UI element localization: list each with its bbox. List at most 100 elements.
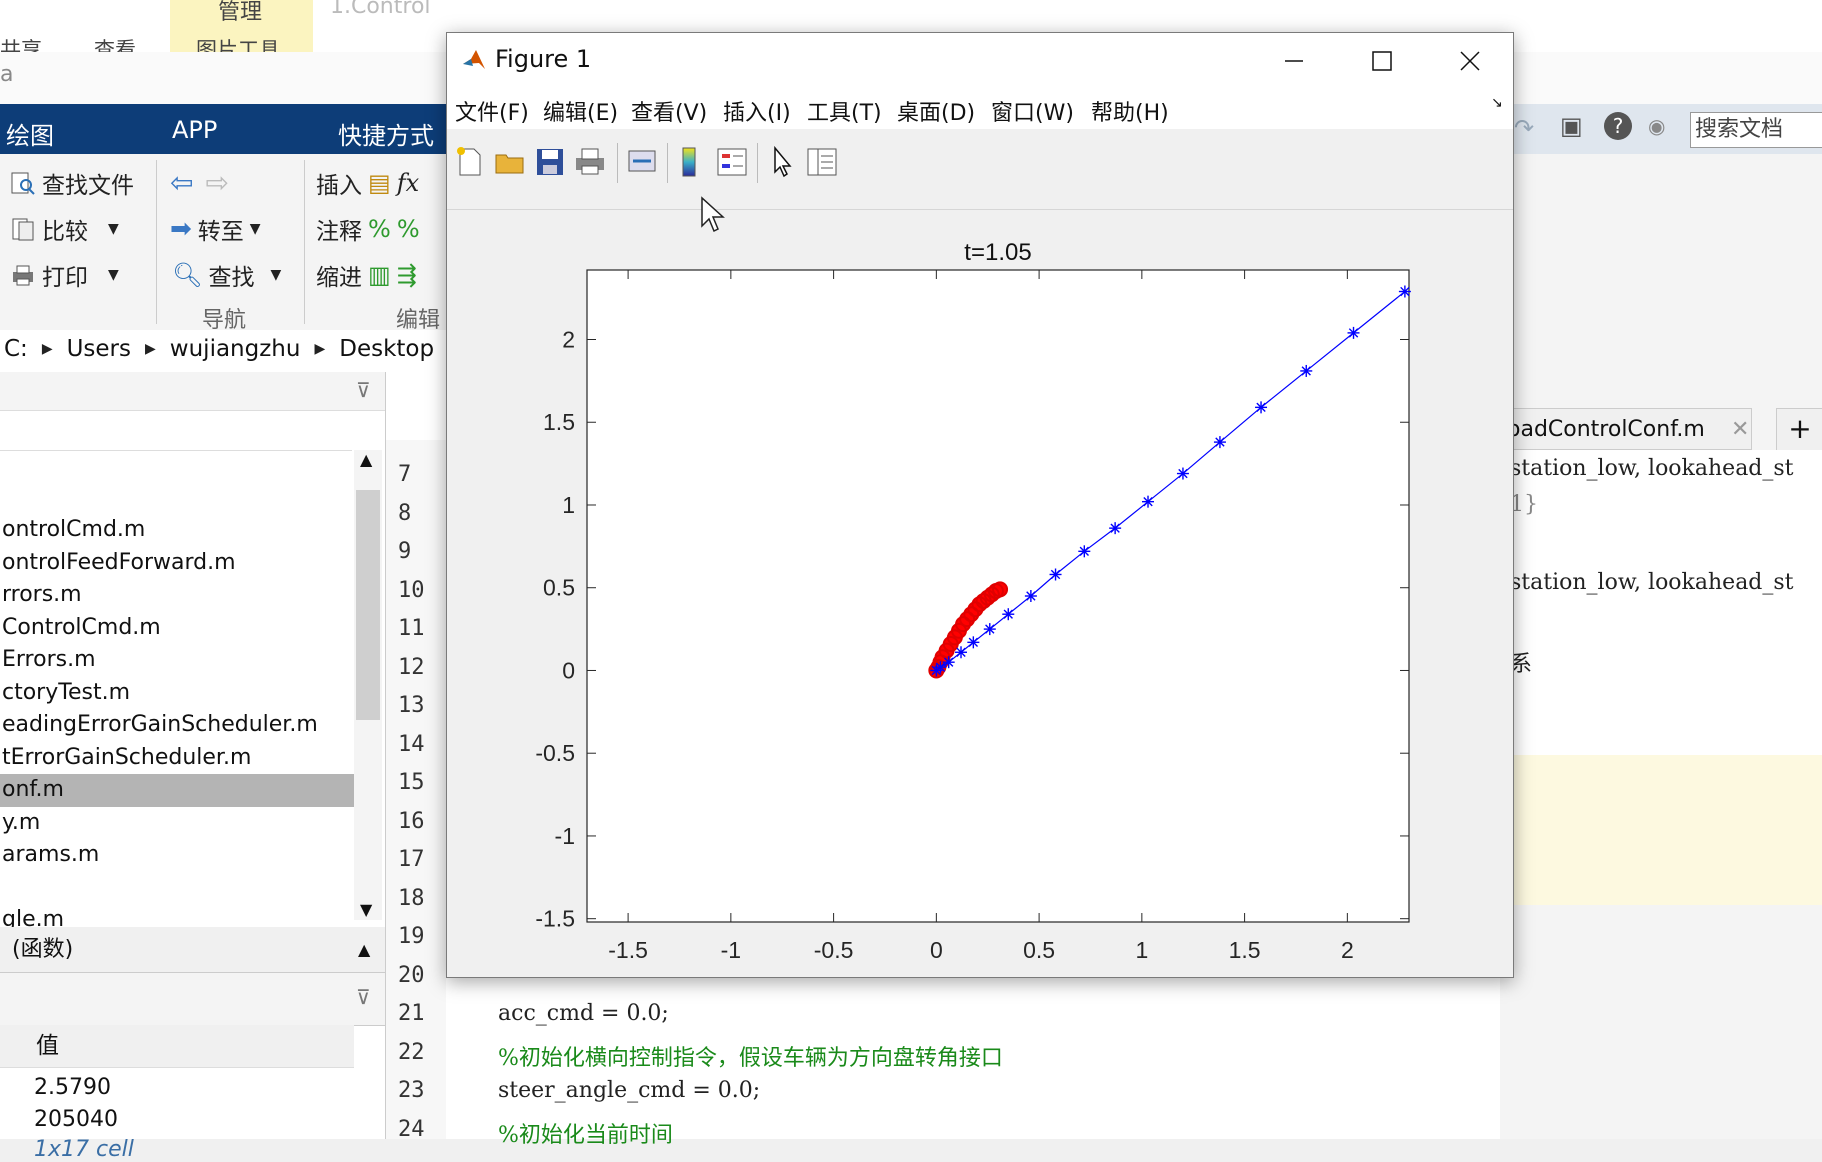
file-list-item[interactable]: tErrorGainScheduler.m [0,742,354,775]
matlab-title-fragment: a [0,62,14,87]
breadcrumb-desktop[interactable]: Desktop [339,336,434,362]
panel-menu-icon[interactable]: ⊽ [356,378,371,402]
percent-icon: % [368,215,391,243]
x-tick-label: 2 [1341,937,1354,963]
open-file-icon[interactable] [493,145,527,179]
file-list-item[interactable]: y.m [0,807,354,840]
right-editor-code[interactable] [1500,450,1822,760]
menu-file[interactable]: 文件(F) [455,95,529,127]
code-line[interactable]: steer_angle_cmd = 0.0; [498,1078,760,1103]
window-layout-icon[interactable]: ▣ [1560,112,1583,140]
print-icon[interactable] [573,145,607,179]
context-tab-picture-tools[interactable]: 管理 图片工具 [170,0,313,62]
minimize-button[interactable] [1251,33,1337,89]
figure-titlebar[interactable]: Figure 1 [447,33,1513,89]
x-tick-label: -1.5 [608,937,648,963]
menu-insert[interactable]: 插入(I) [723,95,791,127]
legend-icon[interactable] [715,145,749,179]
new-figure-icon[interactable] [453,145,487,179]
editor-tab-loadcontrolconf[interactable]: oadControlConf.m ✕ [1500,408,1752,450]
uncomment-icon[interactable]: % [397,215,420,243]
indent-button[interactable]: 缩进 ▥ ⇶ [316,258,417,292]
panel-menu-icon[interactable]: ⊽ [356,985,371,1009]
file-list-item[interactable]: ControlCmd.m [0,612,354,645]
file-list-item[interactable]: ontrolFeedForward.m [0,547,354,580]
comment-button[interactable]: 注释 % % [316,212,420,246]
breadcrumb-user[interactable]: wujiangzhu [170,336,301,362]
scroll-down-icon[interactable]: ▼ [360,900,372,919]
menu-window[interactable]: 窗口(W) [991,95,1074,127]
details-workspace-panel: (函数) ▲ ⊽ 值 2.5790 205040 1x17 cell [0,927,386,1162]
file-list-scrollbar[interactable]: ▲ ▼ [354,450,382,920]
breadcrumb: C: ▶ Users ▶ wujiangzhu ▶ Desktop ▶ [4,336,459,362]
series-blue-star-marker [1347,326,1360,339]
menu-tools[interactable]: 工具(T) [807,95,882,127]
collapse-icon[interactable]: ▲ [358,927,370,973]
help-icon[interactable]: ? [1604,112,1632,140]
code-line[interactable]: %初始化横向控制指令，假设车辆为方向盘转角接口 [498,1040,1003,1072]
context-tab-manage-label: 管理 [218,0,263,25]
maximize-button[interactable] [1339,33,1425,89]
details-header[interactable]: (函数) ▲ [0,927,385,973]
y-tick-label: 1.5 [543,409,575,435]
scrollbar-thumb[interactable] [356,490,380,720]
breadcrumb-users[interactable]: Users [67,336,131,362]
back-arrow-icon[interactable]: ⇦ [170,166,193,199]
forward-arrow-icon[interactable]: ⇨ [205,166,228,199]
back-forward-buttons[interactable]: ⇦ ⇨ [170,166,229,199]
goto-button[interactable]: ➡ 转至 ▼ [170,212,261,246]
figure-window[interactable]: Figure 1 文件(F) 编辑(E) 查看(V) 插入(I) 工具(T) 桌… [446,32,1514,978]
plot-canvas[interactable]: t=1.05 -1.5 -1 -0.5 0 0.5 1 1.5 2 -1.5 -1 -0.5 0 0.5 1… [447,210,1513,976]
value-column-header[interactable]: 值 [36,1025,59,1067]
code-line[interactable]: %初始化当前时间 [498,1117,673,1149]
file-list-item[interactable]: arams.m [0,839,354,872]
series-blue-star-marker [1398,285,1411,298]
breadcrumb-drive[interactable]: C: [4,336,28,362]
search-docs-input[interactable]: 搜索文档 [1690,112,1822,148]
close-tab-icon[interactable]: ✕ [1731,409,1749,451]
figure-toolbar [447,129,1513,210]
find-files-icon [11,172,35,195]
file-list-item[interactable]: eadingErrorGainScheduler.m [0,709,354,742]
menu-desktop[interactable]: 桌面(D) [897,95,975,127]
tab-shortcuts[interactable]: 快捷方式 [338,116,434,151]
find-files-button[interactable]: 查找文件 [10,166,134,200]
dock-arrow-icon[interactable]: ↘ [1491,95,1503,111]
print-button[interactable]: 打印 ▼ [10,258,119,292]
indent-icon: ▥ [368,261,391,289]
scroll-up-icon[interactable]: ▲ [360,450,372,469]
property-inspector-icon[interactable] [805,145,839,179]
file-list-item[interactable]: Errors.m [0,644,354,677]
community-icon[interactable]: ◉ [1648,114,1665,138]
link-plot-icon[interactable] [625,145,659,179]
comment-label: 注释 [316,219,362,245]
file-list-item[interactable] [0,872,354,905]
new-tab-button[interactable]: + [1776,408,1822,452]
find-button[interactable]: 🔍︎ 查找 ▼ [172,258,281,292]
x-tick-label: 1 [1135,937,1148,963]
menu-view[interactable]: 查看(V) [631,95,707,127]
x-tick-label: 0.5 [1023,937,1055,963]
colorbar-icon[interactable] [673,145,707,179]
increase-indent-icon[interactable]: ⇶ [397,261,417,289]
compare-button[interactable]: 比较 ▼ [10,212,119,246]
series-blue-star-marker [1300,364,1313,377]
menu-edit[interactable]: 编辑(E) [543,95,618,127]
save-icon[interactable] [533,145,567,179]
chevron-down-icon: ▼ [270,267,282,283]
file-list-item[interactable]: ctoryTest.m [0,677,354,710]
tab-plots[interactable]: 绘图 [6,116,54,151]
insert-button[interactable]: 插入 ▤ fx [316,166,419,200]
code-line[interactable]: acc_cmd = 0.0; [498,1001,669,1026]
file-list-item[interactable]: onf.m [0,774,354,807]
redo-icon[interactable]: ↷ [1514,114,1534,142]
file-list-item[interactable]: ontrolCmd.m [0,514,354,547]
edit-plot-arrow-icon[interactable] [765,145,799,179]
tab-apps[interactable]: APP [172,116,217,144]
close-button[interactable] [1427,33,1513,89]
menu-help[interactable]: 帮助(H) [1091,95,1169,127]
line-number: 16 [398,808,425,834]
function-fx-icon[interactable]: fx [397,169,419,197]
explorer-window-title: 1.Control [330,0,431,19]
file-list-item[interactable]: rrors.m [0,579,354,612]
